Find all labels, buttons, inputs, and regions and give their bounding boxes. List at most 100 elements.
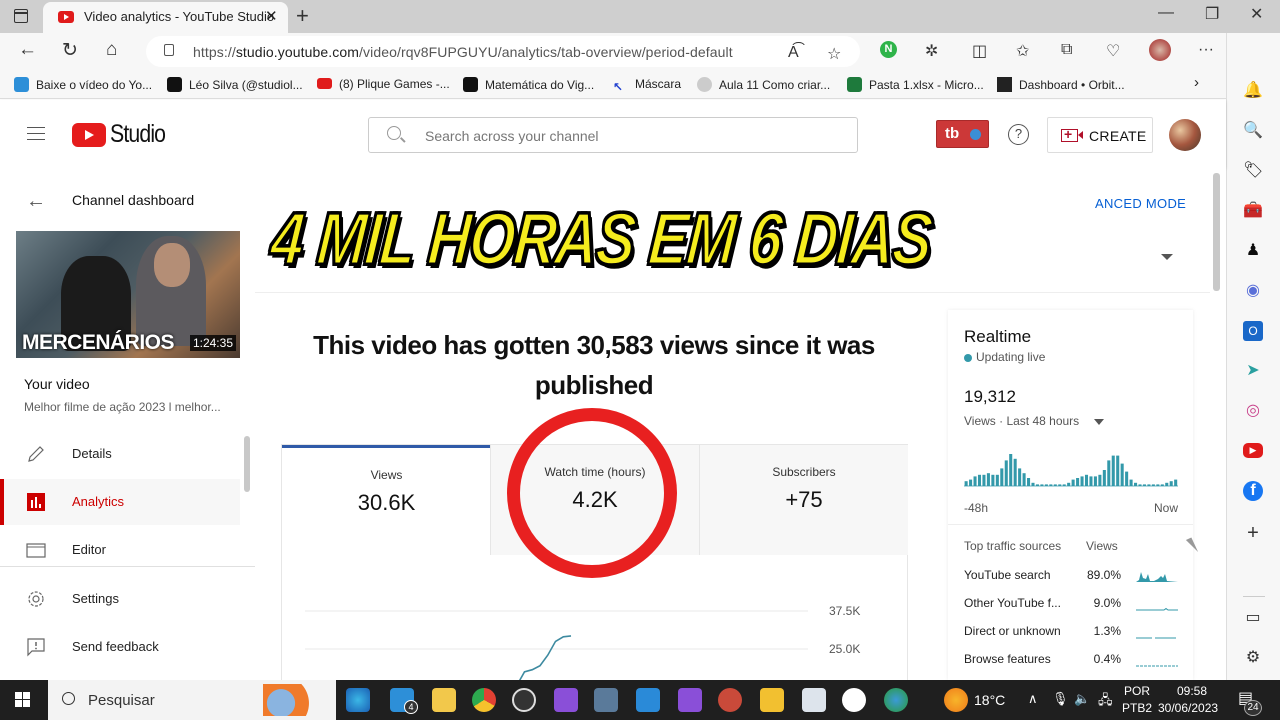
- volume-icon[interactable]: 🔈: [1074, 691, 1090, 707]
- sidebar-scrollbar[interactable]: [244, 436, 250, 492]
- microsoft-365-icon[interactable]: ◉: [1243, 281, 1263, 301]
- whatsapp-app-icon[interactable]: [842, 688, 866, 712]
- profile-avatar[interactable]: [1149, 39, 1171, 61]
- home-icon[interactable]: ⌂: [106, 39, 117, 61]
- microphone-icon[interactable]: 🎙: [1052, 691, 1069, 707]
- search-icon[interactable]: 🔍: [1243, 121, 1263, 141]
- main-scrollbar[interactable]: [1213, 173, 1220, 291]
- close-window-icon[interactable]: ✕: [1250, 4, 1263, 24]
- realtime-period-dropdown-icon[interactable]: [1094, 419, 1104, 425]
- instagram-icon[interactable]: ◎: [1243, 401, 1263, 421]
- traffic-source-pct: 9.0%: [1093, 596, 1121, 610]
- advanced-mode-button[interactable]: ANCED MODE: [1095, 196, 1186, 211]
- back-icon[interactable]: ←: [18, 39, 37, 61]
- address-bar[interactable]: https://studio.youtube.com/video/rqv8FUP…: [146, 36, 860, 67]
- video-thumbnail[interactable]: MERCENÁRIOS 1:24:35: [16, 231, 240, 358]
- windows-start-icon[interactable]: [15, 692, 31, 708]
- bookmark-item[interactable]: Pasta 1.xlsx - Micro...: [847, 77, 984, 92]
- split-screen-icon[interactable]: ◫: [972, 41, 987, 61]
- games-chess-icon[interactable]: ♟: [1243, 241, 1263, 261]
- channel-dashboard-link[interactable]: Channel dashboard: [72, 192, 194, 208]
- realtime-bar: [1076, 478, 1080, 486]
- read-aloud-icon[interactable]: A͡: [788, 44, 799, 62]
- bookmark-item[interactable]: Baixe o vídeo do Yo...: [14, 77, 152, 92]
- clock-time[interactable]: 09:58: [1177, 684, 1207, 698]
- network-icon[interactable]: 🖧: [1098, 691, 1113, 713]
- metric-tab-subscribers[interactable]: Subscribers +75: [699, 445, 908, 555]
- channel-avatar[interactable]: [1169, 119, 1201, 151]
- youtube-logo-icon[interactable]: [72, 123, 106, 147]
- browser-tab-active[interactable]: Video analytics - YouTube Studio ✕: [43, 2, 288, 33]
- language-bottom[interactable]: PTB2: [1122, 701, 1152, 715]
- favorites-icon[interactable]: ✩: [1016, 41, 1029, 61]
- facebook-icon[interactable]: f: [1243, 481, 1263, 501]
- bookmarks-more-icon[interactable]: ›: [1194, 74, 1199, 91]
- browser-essentials-icon[interactable]: ♡: [1106, 41, 1120, 61]
- create-button[interactable]: CREATE: [1047, 117, 1153, 153]
- youtube-icon[interactable]: ▶: [1243, 443, 1263, 458]
- bookmark-item[interactable]: Léo Silva (@studiol...: [167, 77, 303, 92]
- favorite-star-icon[interactable]: ☆: [827, 44, 841, 64]
- sidebar-settings-icon[interactable]: ⚙: [1243, 648, 1263, 668]
- studio-logo-text[interactable]: Studio: [110, 120, 166, 149]
- traffic-source-row[interactable]: Direct or unknown 1.3%: [964, 624, 1178, 644]
- chrome-app-icon[interactable]: [472, 688, 496, 712]
- snipping-tool-icon[interactable]: [718, 688, 742, 712]
- vscode-app-icon[interactable]: [636, 688, 660, 712]
- obs-app-icon[interactable]: [512, 688, 536, 712]
- new-tab-icon[interactable]: +: [296, 3, 309, 29]
- traffic-source-row[interactable]: Browse features 0.4%: [964, 652, 1178, 672]
- tab-close-icon[interactable]: ✕: [265, 7, 278, 25]
- help-icon[interactable]: ?: [1008, 124, 1029, 145]
- channel-search-input[interactable]: Search across your channel: [368, 117, 858, 153]
- refresh-icon[interactable]: ↻: [62, 39, 78, 62]
- tray-expand-icon[interactable]: ∧: [1028, 691, 1038, 707]
- more-menu-icon[interactable]: ···: [1198, 41, 1214, 59]
- period-dropdown-icon[interactable]: [1161, 254, 1173, 260]
- metric-tab-views[interactable]: Views 30.6K: [282, 445, 491, 555]
- menu-hamburger-icon[interactable]: [27, 127, 45, 140]
- clock-date[interactable]: 30/06/2023: [1158, 701, 1218, 715]
- download-manager-icon[interactable]: [884, 688, 908, 712]
- clipchamp-app-icon[interactable]: [554, 688, 578, 712]
- bookmark-item[interactable]: (8) Plique Games -...: [317, 77, 450, 91]
- extensions-icon[interactable]: ✲: [925, 41, 938, 61]
- tubebuddy-button[interactable]: tb: [936, 120, 989, 148]
- back-arrow-icon[interactable]: ←: [26, 190, 46, 213]
- weather-icon[interactable]: [944, 688, 968, 712]
- add-sidebar-app-icon[interactable]: +: [1243, 523, 1263, 543]
- tab-actions-icon[interactable]: [14, 9, 28, 23]
- sidebar-item-settings[interactable]: Settings: [0, 576, 240, 622]
- sidebar-item-details[interactable]: Details: [0, 431, 240, 477]
- window-app-icon[interactable]: [802, 688, 826, 712]
- traffic-source-row[interactable]: Other YouTube f... 9.0%: [964, 596, 1178, 616]
- sidebar-item-send-feedback[interactable]: Send feedback: [0, 624, 240, 670]
- power-bi-app-icon[interactable]: [760, 688, 784, 712]
- collections-icon[interactable]: ⧉: [1061, 41, 1072, 59]
- outlook-icon[interactable]: O: [1243, 321, 1263, 341]
- clipchamp-app-icon[interactable]: [678, 688, 702, 712]
- bookmark-item[interactable]: Dashboard • Orbit...: [997, 77, 1125, 92]
- realtime-period-label[interactable]: Views · Last 48 hours: [964, 414, 1079, 428]
- bookmark-item[interactable]: Aula 11 Como criar...: [697, 77, 830, 92]
- bookmark-item[interactable]: ↖ Máscara: [613, 77, 681, 95]
- sidebar-item-analytics[interactable]: Analytics: [0, 479, 240, 525]
- notifications-bell-icon[interactable]: 🔔: [1243, 81, 1263, 101]
- minimize-icon[interactable]: —: [1158, 4, 1174, 22]
- tools-toolbox-icon[interactable]: 🧰: [1243, 201, 1263, 221]
- bookmark-item[interactable]: Matemática do Vig...: [463, 77, 594, 92]
- weather-temp[interactable]: 18°C: [974, 692, 1005, 708]
- file-explorer-icon[interactable]: [432, 688, 456, 712]
- shopping-tag-icon[interactable]: 🏷: [1243, 161, 1263, 181]
- extension-n-icon[interactable]: N: [880, 41, 897, 58]
- traffic-source-row[interactable]: YouTube search 89.0%: [964, 568, 1178, 588]
- restore-icon[interactable]: ❐: [1205, 4, 1219, 24]
- search-icon: [387, 126, 401, 140]
- calculator-app-icon[interactable]: [594, 688, 618, 712]
- language-top[interactable]: POR: [1124, 684, 1150, 698]
- taskbar-search[interactable]: Pesquisar: [48, 680, 336, 720]
- hide-sidebar-icon[interactable]: ▭: [1243, 608, 1263, 628]
- edge-app-icon[interactable]: [346, 688, 370, 712]
- telegram-icon[interactable]: ➤: [1243, 361, 1263, 381]
- mail-badge: 4: [404, 700, 418, 714]
